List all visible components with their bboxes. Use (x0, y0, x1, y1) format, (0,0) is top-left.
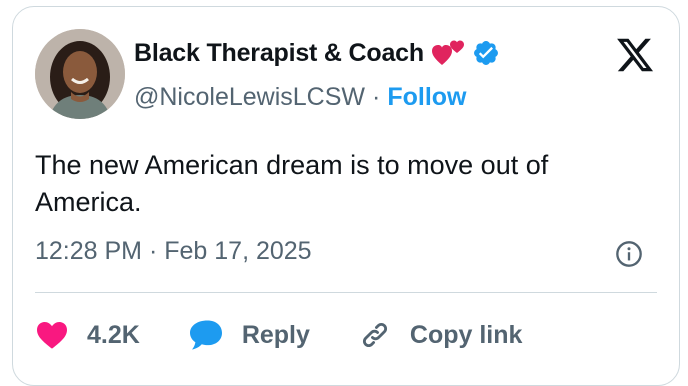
tweet-text: The new American dream is to move out of… (35, 150, 549, 217)
link-icon (362, 322, 387, 348)
action-bar: 4.2K Reply Copy link (35, 313, 570, 357)
divider (35, 292, 657, 293)
info-icon[interactable] (615, 240, 643, 268)
speech-bubble-icon (189, 320, 222, 350)
heart-icon (37, 322, 67, 349)
verified-badge-icon (472, 39, 500, 67)
tweet-card: Black Therapist & Coach @NicoleLewisLCSW… (12, 6, 680, 386)
follow-button[interactable]: Follow (387, 83, 466, 112)
author-handle[interactable]: @NicoleLewisLCSW (134, 83, 365, 112)
copy-link-button[interactable]: Copy link (358, 318, 523, 352)
x-logo-icon[interactable] (615, 35, 655, 75)
handle-separator: · (372, 83, 381, 111)
tweet-date: Feb 17, 2025 (164, 237, 312, 265)
author-avatar[interactable] (35, 29, 125, 119)
like-count: 4.2K (87, 320, 140, 349)
two-hearts-emoji-icon (431, 38, 466, 68)
copy-link-label: Copy link (409, 320, 523, 349)
timestamp-separator: · (148, 237, 158, 265)
avatar-photo (35, 29, 125, 119)
reply-label: Reply (241, 320, 310, 349)
tweet-time: 12:28 PM (35, 237, 143, 265)
tweet-timestamp[interactable]: 12:28 PM · Feb 17, 2025 (35, 237, 312, 266)
reply-button[interactable]: Reply (188, 319, 310, 351)
like-button[interactable]: 4.2K (35, 320, 140, 350)
author-display-name[interactable]: Black Therapist & Coach (134, 39, 424, 68)
